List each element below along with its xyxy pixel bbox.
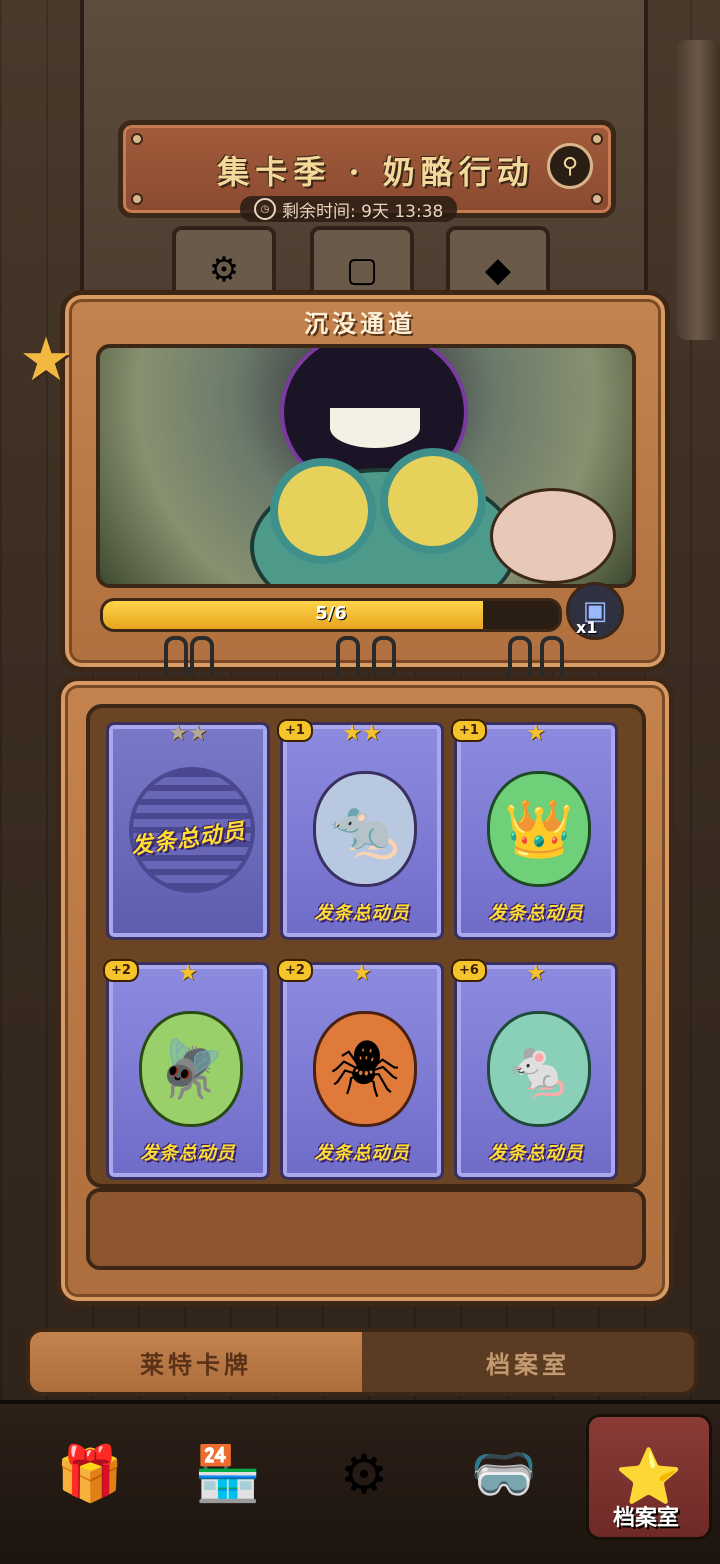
card-stars: ★★ xyxy=(168,721,208,746)
tab-archive[interactable]: 档案室 xyxy=(362,1332,694,1392)
card-label: 发条总动员 xyxy=(140,1143,236,1164)
card-zombie-rat[interactable]: +6 ★ 🐁 发条总动员 xyxy=(451,959,618,1180)
bolt-icon xyxy=(131,133,143,145)
card-stars: ★ xyxy=(526,961,546,986)
rat-character-icon: 🐀 xyxy=(313,771,417,887)
art-rat-shape xyxy=(490,488,616,584)
fly-character-icon: 🪰 xyxy=(139,1011,243,1127)
card-stars: ★ xyxy=(352,961,372,986)
card-scientist-rat[interactable]: +1 ★★ 🐀 发条总动员 xyxy=(277,719,444,940)
decor-pipe xyxy=(676,40,720,340)
card-fly[interactable]: +2 ★ 🪰 发条总动员 xyxy=(103,959,270,1180)
card-stars: ★ xyxy=(526,721,546,746)
clock-icon: ◷ xyxy=(254,198,276,220)
spider-character-icon: 🕷 xyxy=(313,1011,417,1127)
album-title: 沉没通道 xyxy=(304,310,416,338)
card-spider[interactable]: +2 ★ 🕷 发条总动员 xyxy=(277,959,444,1180)
collection-progress-bar: 5/6 xyxy=(100,598,562,632)
art-goggle-right xyxy=(380,448,486,554)
progress-text: 5/6 xyxy=(315,603,347,624)
bolt-icon xyxy=(591,193,603,205)
album-artwork xyxy=(96,344,636,588)
nav-treasure-chest-icon[interactable]: 🎁 xyxy=(30,1414,150,1534)
card-label: 发条总动员 xyxy=(488,903,584,924)
nav-shop-icon[interactable]: 🏪 xyxy=(168,1414,288,1534)
art-grin-shape xyxy=(330,408,420,448)
card-label: 发条总动员 xyxy=(488,1143,584,1164)
search-icon[interactable]: ⚲ xyxy=(547,143,593,189)
card-stars: ★ xyxy=(178,961,198,986)
nav-character-icon[interactable]: 🥽 xyxy=(444,1414,564,1534)
tray-pocket xyxy=(86,1188,646,1270)
star-icon: ★ xyxy=(19,325,73,395)
reward-count: x1 xyxy=(576,618,598,637)
countdown-timer: ◷ 剩余时间: 9天 13:38 xyxy=(240,196,458,222)
zombie-rat-character-icon: 🐁 xyxy=(487,1011,591,1127)
card-slime-king[interactable]: +1 ★ 👑 发条总动员 xyxy=(451,719,618,940)
slime-character-icon: 👑 xyxy=(487,771,591,887)
nav-archive-label: 档案室 xyxy=(612,1506,679,1531)
card-stars: ★★ xyxy=(342,721,382,746)
bolt-icon xyxy=(591,133,603,145)
bolt-icon xyxy=(131,193,143,205)
card-label: 发条总动员 xyxy=(314,903,410,924)
card-slot-locked[interactable]: ★★ 发条总动员 xyxy=(106,721,270,940)
view-toggle: 莱特卡牌 档案室 xyxy=(26,1328,698,1396)
timer-label: 剩余时间: 9天 13:38 xyxy=(282,201,444,222)
event-title: 集卡季 · 奶酪行动 xyxy=(217,153,535,191)
tab-card-collection[interactable]: 莱特卡牌 xyxy=(30,1332,362,1392)
art-goggle-left xyxy=(270,458,376,564)
nav-machine-icon[interactable]: ⚙ xyxy=(304,1414,424,1534)
card-label: 发条总动员 xyxy=(314,1143,410,1164)
